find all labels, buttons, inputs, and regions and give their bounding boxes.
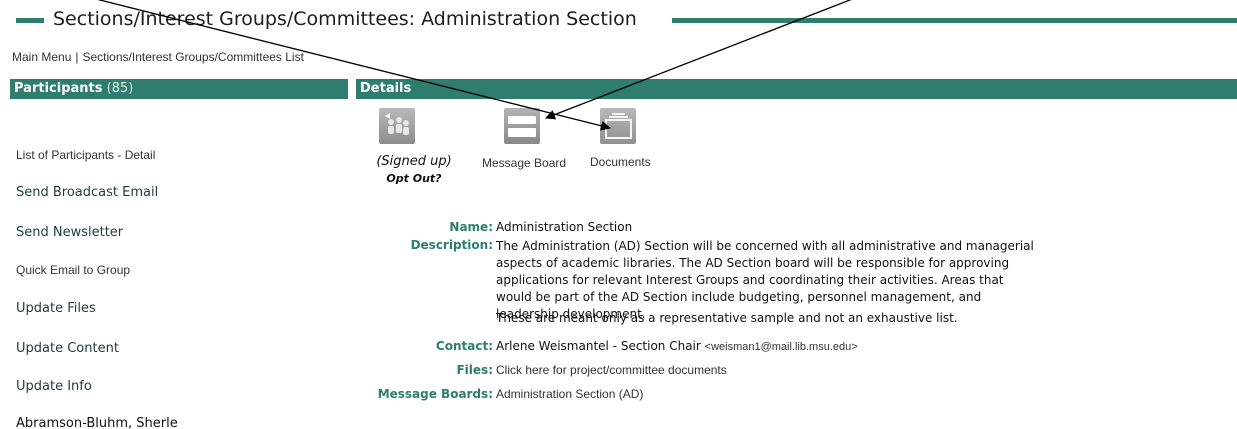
breadcrumb-main-menu[interactable]: Main Menu	[12, 50, 71, 64]
documents-label[interactable]: Documents	[590, 155, 651, 169]
breadcrumb: Main Menu | Sections/Interest Groups/Commi…	[12, 50, 304, 64]
name-field-value: Administration Section	[496, 220, 633, 234]
title-rule-left	[16, 18, 44, 23]
files-field-label: Files:	[456, 363, 493, 377]
documents-icon[interactable]	[600, 108, 636, 144]
menu-update-files[interactable]: Update Files	[16, 301, 96, 316]
menu-send-newsletter[interactable]: Send Newsletter	[16, 225, 123, 240]
menu-update-info[interactable]: Update Info	[16, 379, 92, 394]
message-boards-link[interactable]: Administration Section (AD)	[496, 387, 643, 401]
page-title: Sections/Interest Groups/Committees: Adm…	[53, 8, 637, 30]
participants-count: (85)	[106, 81, 134, 96]
details-header: Details	[356, 79, 1237, 99]
description-field-label: Description:	[410, 238, 493, 252]
contact-field-label: Contact:	[435, 339, 493, 353]
contact-email-link[interactable]: <weisman1@mail.lib.msu.edu>	[705, 341, 858, 353]
message-board-label[interactable]: Message Board	[482, 155, 566, 172]
signup-icon[interactable]	[379, 108, 415, 144]
breadcrumb-separator: |	[75, 50, 79, 64]
participants-header-label: Participants	[14, 81, 103, 96]
name-field-label: Name:	[449, 220, 493, 234]
participants-header: Participants (85)	[10, 79, 348, 99]
page-title-row: Sections/Interest Groups/Committees: Adm…	[0, 8, 1237, 34]
description-paragraph-2: These are meant only as a representative…	[496, 311, 958, 325]
message-boards-field-label: Message Boards:	[377, 387, 493, 401]
participant-list-item[interactable]: Abramson-Bluhm, Sherle	[16, 416, 178, 429]
menu-quick-email-group[interactable]: Quick Email to Group	[16, 263, 130, 277]
details-header-label: Details	[360, 81, 412, 96]
signup-status-label: (Signed up)	[376, 154, 452, 169]
contact-name: Arlene Weismantel - Section Chair	[496, 339, 701, 353]
message-board-icon[interactable]	[504, 108, 540, 144]
opt-out-link[interactable]: Opt Out?	[368, 172, 460, 185]
breadcrumb-committees-list[interactable]: Sections/Interest Groups/Committees List	[83, 50, 304, 64]
menu-send-broadcast-email[interactable]: Send Broadcast Email	[16, 185, 158, 200]
menu-list-participants-detail[interactable]: List of Participants - Detail	[16, 148, 155, 162]
title-rule-right	[672, 18, 1237, 23]
files-link[interactable]: Click here for project/committee documen…	[496, 363, 727, 377]
menu-update-content[interactable]: Update Content	[16, 341, 119, 356]
contact-field-value: Arlene Weismantel - Section Chair <weism…	[496, 339, 858, 353]
